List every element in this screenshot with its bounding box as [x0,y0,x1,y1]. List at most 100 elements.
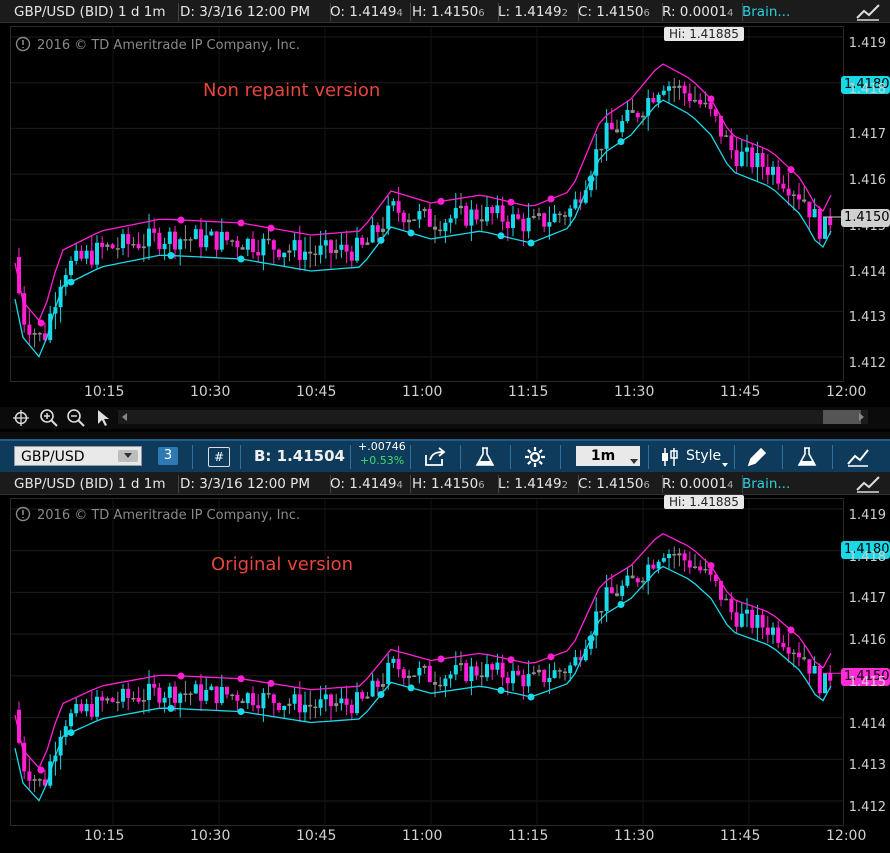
time-scrollbar[interactable] [118,410,868,424]
candle-body [110,244,115,249]
candle-body [635,112,640,118]
zoom-out-icon[interactable] [66,408,86,428]
candle-body [495,205,500,214]
y-axis-tick-label: 1.412 [848,356,886,371]
candle-body [173,231,177,250]
link-badge[interactable]: 3 [158,447,178,465]
price-chart[interactable]: 2016 © TD Ameritrade IP Company, Inc. No… [10,26,844,382]
share-icon[interactable] [424,447,448,467]
chart-header: GBP/USD (BID) 1 d 1m D: 3/3/16 12:00 PM … [0,472,890,495]
candle-body [511,670,515,684]
support-line [14,565,832,802]
grid-button[interactable]: # [208,447,230,467]
candle-body [292,694,297,704]
candle-body [199,684,203,701]
candle-body [318,245,323,255]
candle-body [152,228,157,233]
header-high: H: 1.41506 [408,3,499,21]
drawing-tools-icon[interactable] [846,446,870,468]
x-axis-tick-label: 11:00 [402,828,443,844]
support-dot [167,252,175,259]
timeframe-dropdown-icon[interactable] [630,459,638,464]
candle-body [412,675,417,677]
study-label[interactable]: Brain... [738,3,806,21]
x-axis-tick-label: 11:45 [720,828,761,844]
candle-body [178,239,183,250]
candle-body [412,219,417,221]
support-dot [497,232,505,240]
close-sub: 6 [643,8,650,19]
support-dot [167,704,175,712]
candle-body [261,693,266,709]
candle-body [245,693,250,704]
candle-body [609,587,614,594]
candle-body [750,147,755,168]
divider [560,445,561,469]
candle-body [240,247,245,250]
crosshair-icon[interactable] [12,409,30,427]
resistance-line [14,532,832,769]
resistance-dot [177,216,185,224]
divider [350,445,351,469]
flask-icon[interactable] [474,446,496,468]
candle-body [313,253,318,256]
candle-body [490,206,495,214]
candle-body [100,242,105,247]
candle-body [568,208,573,217]
candle-body [386,205,391,229]
scroll-thumb[interactable] [823,410,861,424]
scroll-right-icon[interactable] [859,413,864,421]
candle-body [334,249,339,253]
dropdown-icon[interactable] [118,450,138,462]
support-dot [527,693,535,701]
pencil-icon[interactable] [746,446,768,468]
candle-body [69,713,73,727]
candle-body [131,697,136,700]
candle-body [521,218,526,232]
candle-body [167,231,172,244]
candle-body [672,86,677,88]
header-symbol[interactable]: GBP/USD (BID) 1 d 1m [10,475,179,493]
candle-body [516,214,521,219]
header-symbol[interactable]: GBP/USD (BID) 1 d 1m [10,3,179,21]
candle-body [339,244,344,250]
candle-body [537,213,541,216]
style-dropdown-icon[interactable] [722,463,728,467]
x-axis-tick-label: 11:30 [614,384,655,400]
resistance-dot [267,679,275,687]
low-sub: 2 [561,480,568,491]
candle-body [823,217,827,239]
candle-body [771,166,775,175]
candle-body [745,147,749,152]
candle-body [235,240,240,248]
candlestick-chart [11,499,843,825]
candle-body [209,231,214,236]
zoom-in-icon[interactable] [39,408,59,428]
candle-body [479,675,484,678]
support-dot [407,229,415,237]
style-icon[interactable] [660,446,680,468]
price-chart[interactable]: 2016 © TD Ameritrade IP Company, Inc. Or… [10,495,844,826]
drawing-tools-icon[interactable] [854,474,882,494]
candle-body [677,553,682,556]
study-label[interactable]: Brain... [738,475,806,493]
candle-body [568,665,573,674]
gear-icon[interactable] [524,446,546,468]
drawing-tools-icon[interactable] [854,2,882,22]
candle-body [74,250,79,261]
scroll-left-icon[interactable] [122,413,127,421]
resistance-dot [237,675,245,683]
candle-body [313,706,318,709]
candle-body [500,662,505,678]
cursor-icon[interactable] [96,409,112,427]
candle-body [765,166,770,175]
divider [192,445,193,469]
symbol-select[interactable]: GBP/USD [14,446,142,466]
candle-body [375,680,380,687]
candle-body [755,614,760,628]
flask-icon[interactable] [796,446,818,468]
style-label[interactable]: Style [686,441,721,471]
candle-body [230,240,235,242]
candle-body [438,684,443,687]
candle-body [615,129,619,133]
